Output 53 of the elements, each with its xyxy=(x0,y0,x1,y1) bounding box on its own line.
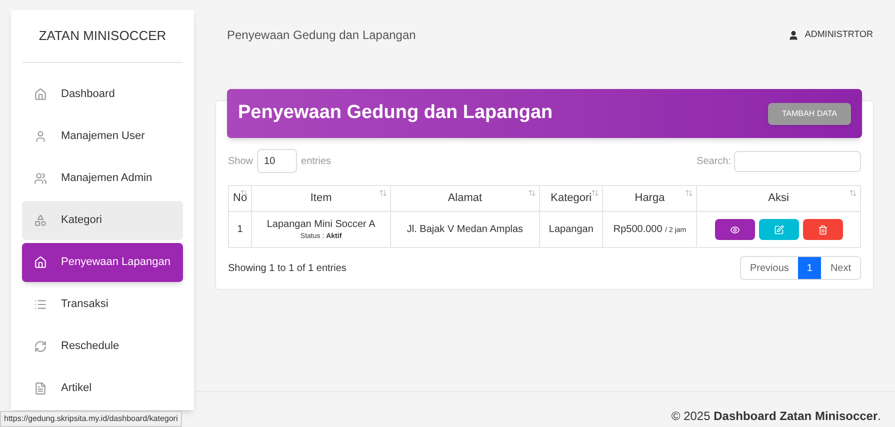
view-button[interactable] xyxy=(714,219,755,240)
sidebar-item[interactable]: Transaksi xyxy=(22,284,183,324)
sort-icon xyxy=(849,189,857,197)
user-icon xyxy=(788,30,799,40)
list-icon xyxy=(34,298,47,310)
sidebar-item[interactable]: Kategori xyxy=(22,200,183,240)
table-info: Showing 1 to 1 of 1 entries xyxy=(228,262,346,276)
sidebar-item[interactable]: Reschedule xyxy=(22,326,183,366)
price: Rp500.000 xyxy=(613,224,662,235)
delete-button[interactable] xyxy=(802,219,843,240)
footer-text: © 2025 Dashboard Zatan Minisoccer. xyxy=(671,408,881,425)
column-header[interactable]: Alamat xyxy=(390,186,540,212)
column-header[interactable]: Harga xyxy=(602,186,697,212)
home-icon xyxy=(34,88,47,100)
search-field[interactable] xyxy=(734,150,861,172)
user-icon xyxy=(34,130,47,142)
sidebar-item[interactable]: Penyewaan Lapangan xyxy=(22,242,183,282)
entries-label: entries xyxy=(301,154,332,168)
sort-icon xyxy=(379,189,388,197)
brand-title: ZATAN MINISOCCER xyxy=(22,10,183,62)
home-icon xyxy=(34,256,47,268)
trash-icon xyxy=(818,224,828,234)
sidebar-item[interactable]: Artikel xyxy=(22,368,183,408)
search-label: Search: xyxy=(696,154,731,168)
page-length-select[interactable]: 10 xyxy=(257,149,298,173)
sidebar-item[interactable]: Manajemen Admin xyxy=(22,158,183,198)
eye-icon xyxy=(730,224,740,234)
document-icon xyxy=(34,382,47,394)
users-icon xyxy=(34,172,47,184)
edit-icon xyxy=(774,224,784,234)
page-link[interactable]: Previous xyxy=(740,257,798,279)
card-title: Penyewaan Gedung dan Lapangan xyxy=(238,101,553,126)
shapes-icon xyxy=(34,214,47,226)
table-cell: 1 xyxy=(228,212,252,248)
column-header[interactable]: Kategori xyxy=(539,186,603,212)
page-link[interactable]: 1 xyxy=(798,257,822,279)
column-header[interactable]: Item xyxy=(252,186,391,212)
sort-icon xyxy=(528,189,536,197)
column-header[interactable]: No xyxy=(228,186,252,212)
sidebar-item[interactable]: Manajemen User xyxy=(22,116,183,156)
status-url: https://gedung.skripsita.my.id/dashboard/kategori xyxy=(0,411,182,427)
show-label: Show xyxy=(228,154,254,168)
breadcrumb: Penyewaan Gedung dan Lapangan xyxy=(227,27,416,44)
table-cell: Lapangan xyxy=(539,212,603,248)
table-cell: Jl. Bajak V Medan Amplas xyxy=(390,212,540,248)
refresh-icon xyxy=(34,340,47,352)
sort-icon xyxy=(591,189,600,197)
page-link[interactable]: Next xyxy=(821,257,860,279)
sort-icon xyxy=(685,189,694,197)
item-name: Lapangan Mini Soccer A xyxy=(266,218,376,232)
column-header[interactable]: Aksi xyxy=(696,186,860,212)
sidebar-item[interactable]: Dashboard xyxy=(22,74,183,114)
user-menu[interactable]: ADMINISTRTOR xyxy=(788,28,873,42)
